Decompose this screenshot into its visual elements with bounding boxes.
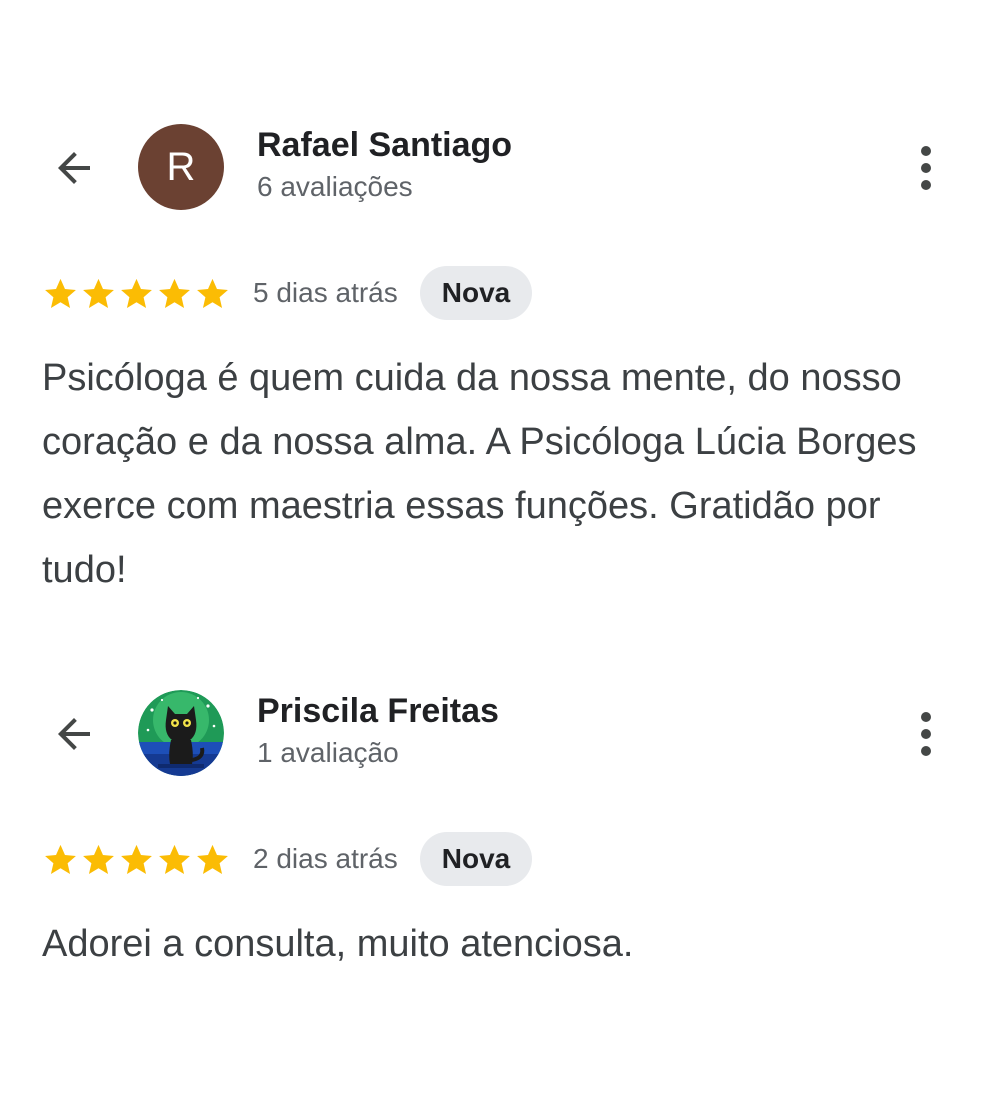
star-icon bbox=[118, 841, 155, 878]
star-icon bbox=[194, 275, 231, 312]
review-date: 2 dias atrás bbox=[253, 843, 398, 874]
back-button[interactable] bbox=[48, 708, 100, 760]
author-review-count: 1 avaliação bbox=[257, 737, 399, 768]
new-badge: Nova bbox=[419, 832, 533, 886]
more-options-button[interactable] bbox=[906, 706, 946, 762]
author-name[interactable]: Rafael Santiago bbox=[257, 126, 512, 165]
author-review-count: 6 avaliações bbox=[257, 171, 413, 202]
review-date: 5 dias atrás bbox=[253, 277, 398, 308]
more-options-button[interactable] bbox=[906, 140, 946, 196]
star-icon bbox=[42, 841, 79, 878]
arrow-back-icon bbox=[58, 718, 90, 750]
arrow-back-icon bbox=[58, 152, 90, 184]
review-meta: 5 dias atrás Nova bbox=[42, 266, 533, 320]
star-rating bbox=[42, 841, 231, 878]
star-icon bbox=[42, 275, 79, 312]
avatar[interactable]: R bbox=[138, 124, 224, 210]
review-meta: 2 dias atrás Nova bbox=[42, 832, 533, 886]
back-button[interactable] bbox=[48, 142, 100, 194]
review-text: Adorei a consulta, muito atenciosa. bbox=[42, 923, 634, 965]
cat-avatar-icon bbox=[138, 690, 224, 776]
star-icon bbox=[156, 841, 193, 878]
review-text: Psicóloga é quem cuida da nossa mente, d… bbox=[42, 357, 917, 591]
author-name[interactable]: Priscila Freitas bbox=[257, 692, 499, 731]
star-icon bbox=[80, 841, 117, 878]
new-badge: Nova bbox=[419, 266, 533, 320]
avatar[interactable] bbox=[138, 690, 224, 776]
star-icon bbox=[80, 275, 117, 312]
more-vert-icon bbox=[921, 146, 931, 156]
avatar-letter: R bbox=[166, 144, 196, 189]
star-icon bbox=[194, 841, 231, 878]
star-icon bbox=[118, 275, 155, 312]
star-icon bbox=[156, 275, 193, 312]
star-rating bbox=[42, 275, 231, 312]
more-vert-icon bbox=[921, 712, 931, 722]
